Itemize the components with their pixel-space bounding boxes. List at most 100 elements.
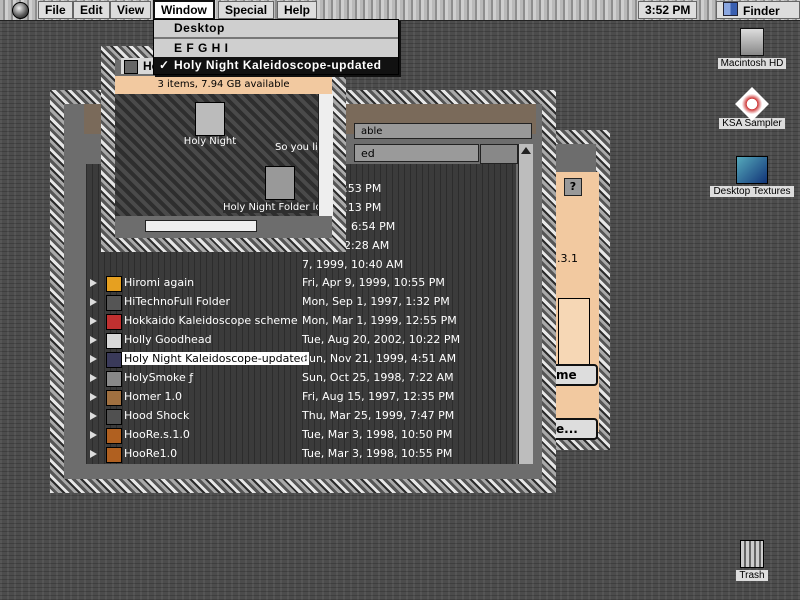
folder-icon xyxy=(106,295,122,311)
scheme-icon xyxy=(106,314,122,330)
item-date: Thu, Mar 25, 1999, 7:47 PM xyxy=(302,409,455,422)
disclosure-triangle-icon[interactable] xyxy=(90,279,97,287)
list-item[interactable]: HiTechnoFull Folder Mon, Sep 1, 1997, 1:… xyxy=(86,293,516,312)
scroll-up-arrow-icon[interactable] xyxy=(521,147,531,154)
menu-window[interactable]: Window xyxy=(153,0,215,20)
list-item[interactable]: HolySmoke ƒ Sun, Oct 25, 1998, 7:22 AM xyxy=(86,369,516,388)
application-menu-label: Finder xyxy=(743,4,780,18)
icon-label: Holy Night xyxy=(183,136,237,147)
disclosure-triangle-icon[interactable] xyxy=(90,450,97,458)
item-date: Fri, Aug 15, 1997, 12:35 PM xyxy=(302,390,455,403)
item-date: Mon, Sep 1, 1997, 1:32 PM xyxy=(302,295,450,308)
list-item-selected[interactable]: Holy Night Kaleidoscope-updated Sun, Nov… xyxy=(86,350,516,369)
folder-icon xyxy=(106,371,122,387)
item-name: HooRe.s.1.0 xyxy=(124,428,190,441)
back-window-button-2[interactable]: e... xyxy=(552,418,598,440)
item-name: Hokkaido Kaleidoscope scheme xyxy=(124,314,298,327)
menu-edit[interactable]: Edit xyxy=(73,1,110,19)
list-item[interactable]: HooRe1.0 Tue, Mar 3, 1998, 10:55 PM xyxy=(86,445,516,464)
desktop-icon-label: Desktop Textures xyxy=(710,186,794,197)
menu-special[interactable]: Special xyxy=(218,1,275,19)
hard-disk-icon xyxy=(740,28,764,56)
desktop-icon-desktop-textures[interactable]: Desktop Textures xyxy=(707,156,797,197)
menu-file[interactable]: File xyxy=(38,1,73,19)
list-item[interactable]: Hokkaido Kaleidoscope scheme Mon, Mar 1,… xyxy=(86,312,516,331)
sort-column-header[interactable]: ed xyxy=(354,144,479,162)
checkmark-icon: ✓ xyxy=(159,58,170,72)
help-icon[interactable]: ? xyxy=(564,178,582,196)
horizontal-scrollbar[interactable] xyxy=(145,220,257,232)
disclosure-triangle-icon[interactable] xyxy=(90,336,97,344)
folder-icon xyxy=(736,156,768,184)
menu-item-efghi[interactable]: E F G H I xyxy=(154,40,398,57)
item-name: Hiromi again xyxy=(124,276,195,289)
item-name: Hood Shock xyxy=(124,409,190,422)
desktop-icon-label: Macintosh HD xyxy=(717,58,787,69)
window-info-bar: 3 items, 7.94 GB available xyxy=(115,76,332,94)
menu-item-desktop[interactable]: Desktop xyxy=(154,20,398,37)
disclosure-triangle-icon[interactable] xyxy=(90,431,97,439)
scheme-icon xyxy=(106,409,122,425)
application-icon xyxy=(735,87,769,121)
item-date: Tue, Mar 3, 1998, 10:55 PM xyxy=(302,447,453,460)
folder-icon[interactable] xyxy=(265,166,295,200)
icon-label: Holy Night Folder lo xyxy=(223,202,322,213)
list-header-label: able xyxy=(354,123,532,139)
vertical-scrollbar[interactable] xyxy=(518,144,533,464)
icon-view-area: Holy Night So you lik Holy Night Folder … xyxy=(115,94,324,216)
menu-separator xyxy=(154,37,398,39)
item-name-editing[interactable]: Holy Night Kaleidoscope-updated xyxy=(122,352,310,365)
desktop-icon-macintosh-hd[interactable]: Macintosh HD xyxy=(707,28,797,69)
scheme-icon xyxy=(106,390,122,406)
menu-bar: File Edit View Window Special Help 3:52 … xyxy=(0,0,800,21)
item-date: Mon, Mar 1, 1999, 12:55 PM xyxy=(302,314,457,327)
desktop-icon-trash[interactable]: Trash xyxy=(707,540,797,581)
option-group-box xyxy=(558,298,590,370)
menu-view[interactable]: View xyxy=(110,1,152,19)
item-name: HiTechnoFull Folder xyxy=(124,295,230,308)
partial-date: 7, 1999, 10:40 AM xyxy=(302,258,404,271)
desktop-icon-ksa-sampler[interactable]: KSA Sampler xyxy=(707,87,797,129)
application-menu[interactable]: Finder xyxy=(716,1,800,19)
list-item[interactable]: Hood Shock Thu, Mar 25, 1999, 7:47 PM xyxy=(86,407,516,426)
scheme-icon xyxy=(106,352,122,368)
finder-icon xyxy=(723,2,738,16)
scheme-icon xyxy=(106,428,122,444)
close-box-icon[interactable] xyxy=(124,60,138,74)
disclosure-triangle-icon[interactable] xyxy=(90,298,97,306)
menubar-clock[interactable]: 3:52 PM xyxy=(638,1,698,19)
apple-menu-icon[interactable] xyxy=(8,1,32,19)
column-toggle-button[interactable] xyxy=(480,144,518,164)
disclosure-triangle-icon[interactable] xyxy=(90,374,97,382)
desktop-icon-label: Trash xyxy=(736,570,768,581)
item-date: Sun, Oct 25, 1998, 7:22 AM xyxy=(302,371,454,384)
list-item[interactable]: Holly Goodhead Tue, Aug 20, 2002, 10:22 … xyxy=(86,331,516,350)
folder-icon xyxy=(106,333,122,349)
item-name: HolySmoke ƒ xyxy=(124,371,194,384)
item-date: Sun, Nov 21, 1999, 4:51 AM xyxy=(302,352,457,365)
document-icon[interactable] xyxy=(195,102,225,136)
item-name: Holly Goodhead xyxy=(124,333,212,346)
icon-window[interactable]: Holy Night Kaleidoscope-updated 3 items,… xyxy=(101,46,346,252)
list-item[interactable]: Homer 1.0 Fri, Aug 15, 1997, 12:35 PM xyxy=(86,388,516,407)
window-menu-dropdown: Desktop E F G H I ✓ Holy Night Kaleidosc… xyxy=(153,19,399,75)
menu-item-holy-night[interactable]: ✓ Holy Night Kaleidoscope-updated xyxy=(154,57,398,74)
disclosure-triangle-icon[interactable] xyxy=(90,355,97,363)
menu-item-label: Holy Night Kaleidoscope-updated xyxy=(174,58,382,72)
disclosure-triangle-icon[interactable] xyxy=(90,317,97,325)
item-date: Tue, Aug 20, 2002, 10:22 PM xyxy=(302,333,461,346)
trash-icon xyxy=(740,540,764,568)
doc-icon xyxy=(106,276,122,292)
list-item[interactable]: Hiromi again Fri, Apr 9, 1999, 10:55 PM xyxy=(86,274,516,293)
scheme-icon xyxy=(106,447,122,463)
icon-label: So you lik xyxy=(275,142,324,153)
disclosure-triangle-icon[interactable] xyxy=(90,412,97,420)
item-date: Fri, Apr 9, 1999, 10:55 PM xyxy=(302,276,445,289)
vertical-scrollbar[interactable] xyxy=(318,94,333,216)
disclosure-triangle-icon[interactable] xyxy=(90,393,97,401)
list-item[interactable]: HooRe.s.1.0 Tue, Mar 3, 1998, 10:50 PM xyxy=(86,426,516,445)
item-name: Homer 1.0 xyxy=(124,390,182,403)
item-name: HooRe1.0 xyxy=(124,447,178,460)
menu-help[interactable]: Help xyxy=(277,1,318,19)
back-window-button-1[interactable]: me xyxy=(552,364,598,386)
